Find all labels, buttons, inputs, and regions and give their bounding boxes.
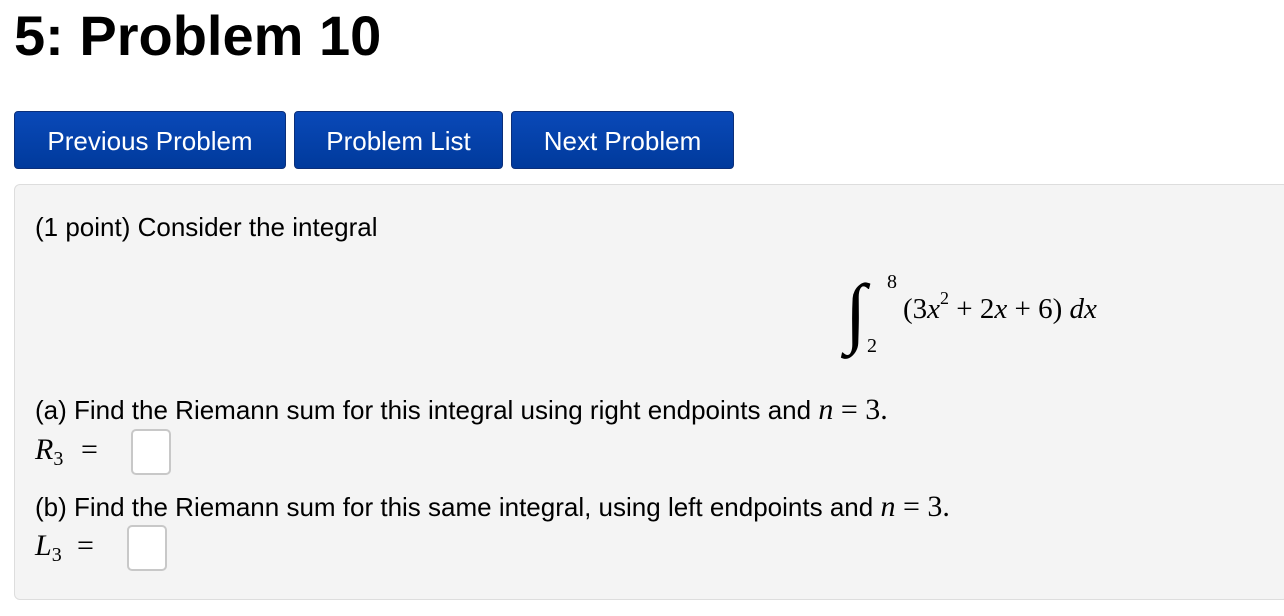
part-b-n-var: n — [880, 490, 896, 523]
integral-lower-limit: 2 — [867, 335, 877, 357]
next-problem-button[interactable]: Next Problem — [511, 111, 734, 169]
part-b-n-value: = 3. — [895, 490, 950, 523]
part-b-label: L3 — [35, 529, 62, 566]
integrand-middle: + 2 — [949, 293, 995, 325]
part-a-answer-input[interactable] — [131, 429, 171, 475]
part-a-equals: = — [81, 433, 98, 466]
part-b-text: (b) Find the Riemann sum for this same i… — [35, 492, 881, 522]
integrand: (3x2 + 2x + 6) dx — [903, 289, 1097, 326]
integrand-open: (3 — [903, 293, 928, 325]
previous-problem-button[interactable]: Previous Problem — [14, 111, 286, 169]
part-a-n-var: n — [818, 393, 834, 426]
part-b-answer-input[interactable] — [127, 525, 167, 571]
page-title: 5: Problem 10 — [14, 4, 382, 67]
part-a-n-value: = 3. — [833, 393, 888, 426]
part-a-label: R3 — [35, 433, 64, 470]
integrand-var-x-linear: x — [994, 293, 1008, 325]
integral-sign: ∫ — [845, 268, 867, 355]
integrand-differential: dx — [1069, 293, 1097, 325]
integral-upper-limit: 8 — [887, 271, 897, 293]
integrand-exponent: 2 — [940, 288, 950, 308]
part-a-label-letter: R — [35, 433, 54, 466]
integrand-var-x: x — [927, 293, 941, 325]
part-b-label-sub: 3 — [51, 544, 62, 566]
problem-panel: (1 point) Consider the integral ∫ 8 2 (3… — [14, 184, 1284, 600]
problem-list-button[interactable]: Problem List — [294, 111, 503, 169]
part-a-text: (a) Find the Riemann sum for this integr… — [35, 395, 819, 425]
part-b-question: (b) Find the Riemann sum for this same i… — [35, 487, 950, 527]
part-a-question: (a) Find the Riemann sum for this integr… — [35, 390, 888, 430]
integral-expression: ∫ 8 2 (3x2 + 2x + 6) dx — [845, 268, 1165, 361]
part-b-label-letter: L — [35, 529, 52, 562]
integrand-tail: + 6) — [1007, 293, 1070, 325]
part-a-label-sub: 3 — [53, 448, 64, 470]
part-b-equals: = — [77, 529, 94, 562]
problem-intro: (1 point) Consider the integral — [35, 212, 378, 242]
